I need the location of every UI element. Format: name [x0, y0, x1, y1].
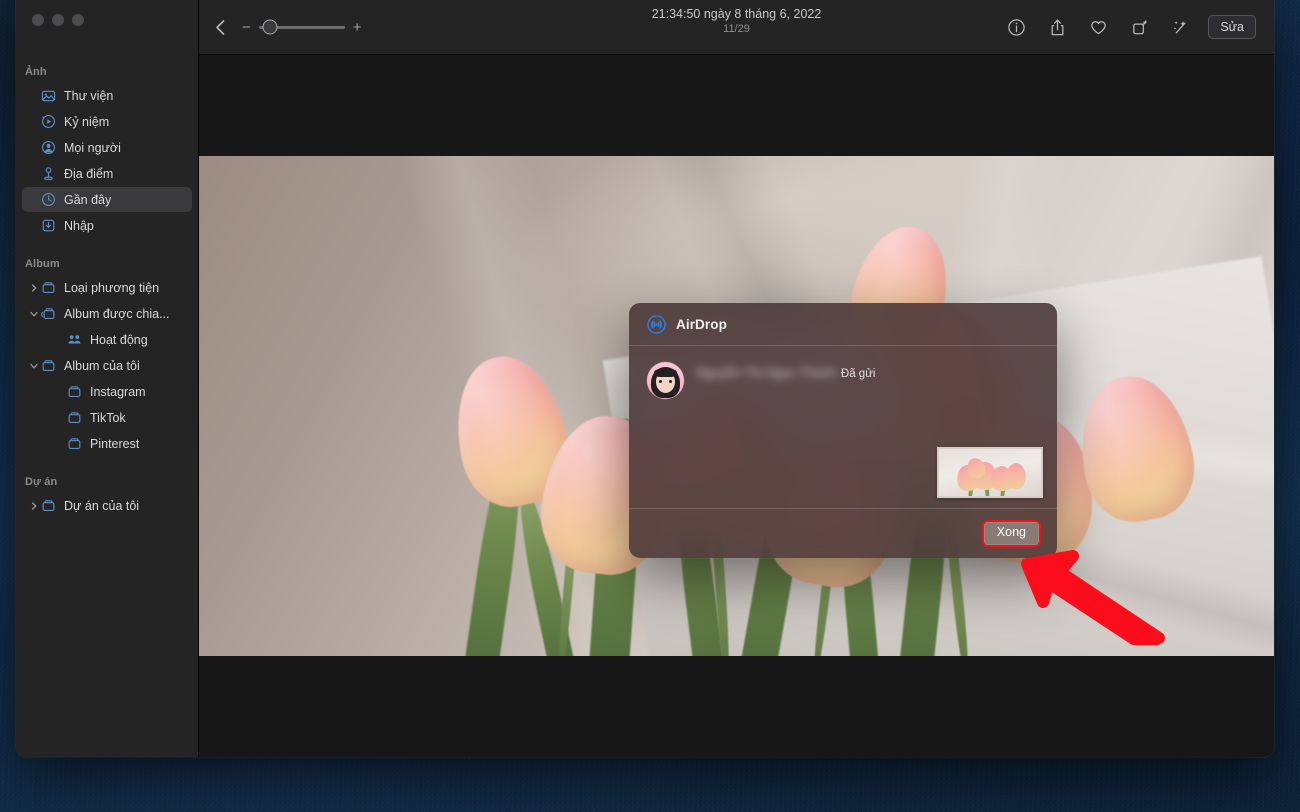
airdrop-recipient-row[interactable]: Nguyễn Thị Ngọc Thanh Đã gửi — [647, 362, 1039, 399]
library-icon — [40, 87, 57, 104]
shared-photo-thumbnail — [937, 447, 1043, 498]
sidebar-group: Album Loại phương tiện Album được chia... H… — [16, 258, 198, 456]
airdrop-header: AirDrop — [629, 303, 1057, 346]
memories-icon — [40, 113, 57, 130]
airdrop-icon — [647, 315, 666, 334]
maximize-button[interactable] — [72, 14, 84, 26]
avatar — [647, 362, 684, 399]
airdrop-title: AirDrop — [676, 317, 727, 332]
folder-icon — [66, 383, 83, 400]
zoom-in-label[interactable]: + — [353, 20, 362, 35]
recipient-name: Nguyễn Thị Ngọc Thanh — [696, 365, 837, 380]
red-arrow-icon — [1019, 550, 1169, 645]
photos-app-window: Ảnh Thư viện Kỷ niệm Mọi người Địa điểm Gần đ… — [16, 0, 1274, 757]
airdrop-body: Nguyễn Thị Ngọc Thanh Đã gửi — [629, 346, 1057, 508]
letterbox-top — [199, 55, 1274, 156]
sidebar-item-label: Nhập — [64, 218, 94, 233]
back-button[interactable] — [213, 18, 228, 37]
sidebar-item-label: Gần đây — [64, 192, 112, 207]
sidebar-item-label: Mọi người — [64, 140, 121, 155]
rotate-icon[interactable] — [1130, 18, 1149, 37]
sidebar-item-label: Dự án của tôi — [64, 498, 140, 513]
toolbar: − + 21:34:50 ngày 8 tháng 6, 2022 11/29 — [199, 0, 1274, 55]
minimize-button[interactable] — [52, 14, 64, 26]
folder-icon — [66, 435, 83, 452]
zoom-slider[interactable]: − + — [242, 19, 362, 35]
share-icon[interactable] — [1048, 18, 1067, 37]
folder-icon — [66, 409, 83, 426]
sidebar-item-label: Instagram — [90, 384, 146, 399]
airdrop-dialog: AirDrop Nguyễn Thị Ngọc Thanh Đã gửi Xon… — [629, 303, 1057, 558]
edit-button[interactable]: Sửa — [1208, 15, 1256, 39]
folder-icon — [40, 279, 57, 296]
sidebar-sections: Ảnh Thư viện Kỷ niệm Mọi người Địa điểm Gần đ… — [16, 66, 198, 518]
airdrop-footer: Xong — [629, 508, 1057, 558]
recents-icon — [40, 191, 57, 208]
auto-enhance-icon[interactable] — [1171, 18, 1190, 37]
sidebar-item-album-c-chia[interactable]: Album được chia... — [22, 301, 192, 326]
folder-icon — [40, 497, 57, 514]
chevron-right-icon[interactable] — [27, 283, 40, 292]
window-controls[interactable] — [16, 0, 198, 26]
sidebar-item-label: Loại phương tiện — [64, 280, 160, 295]
photo-canvas[interactable]: AirDrop Nguyễn Thị Ngọc Thanh Đã gửi Xon… — [199, 55, 1274, 757]
sidebar-section-header: Ảnh — [25, 66, 47, 78]
toolbar-right-group: Sửa — [1007, 15, 1274, 39]
sidebar-item-label: Album được chia... — [64, 306, 170, 321]
heart-icon[interactable] — [1089, 18, 1108, 37]
sidebar-item-label: Hoạt động — [90, 332, 148, 347]
sidebar-item-nh-p[interactable]: Nhập — [22, 213, 192, 238]
sidebar-item-label: TikTok — [90, 410, 126, 425]
zoom-slider-thumb[interactable] — [262, 19, 278, 35]
transfer-status: Đã gửi — [840, 368, 876, 380]
sidebar-item-a-i-m[interactable]: Địa điểm — [22, 161, 192, 186]
sidebar-item-label: Pinterest — [90, 436, 140, 451]
sidebar-item-label: Kỷ niệm — [64, 114, 110, 129]
sidebar-item-k-ni-m[interactable]: Kỷ niệm — [22, 109, 192, 134]
sidebar-item-pinterest[interactable]: Pinterest — [22, 431, 192, 456]
airdrop-recipient-text: Nguyễn Thị Ngọc Thanh Đã gửi — [696, 362, 875, 382]
sidebar-item-lo-i-ph-ng-ti-n[interactable]: Loại phương tiện — [22, 275, 192, 300]
sidebar-item-th-vi-n[interactable]: Thư viện — [22, 83, 192, 108]
sidebar-item-g-n-y[interactable]: Gần đây — [22, 187, 192, 212]
sidebar-item-tiktok[interactable]: TikTok — [22, 405, 192, 430]
shared-folder-icon — [40, 305, 57, 322]
zoom-out-label[interactable]: − — [242, 20, 251, 35]
places-icon — [40, 165, 57, 182]
sidebar-item-ho-t-ng[interactable]: Hoạt động — [22, 327, 192, 352]
sidebar-group: Ảnh Thư viện Kỷ niệm Mọi người Địa điểm Gần đ… — [16, 66, 198, 238]
close-button[interactable] — [32, 14, 44, 26]
zoom-slider-track[interactable] — [258, 19, 345, 35]
sidebar-section-header: Album — [25, 258, 60, 270]
activity-icon — [66, 331, 83, 348]
sidebar-item-instagram[interactable]: Instagram — [22, 379, 192, 404]
sidebar-item-m-i-ng-i[interactable]: Mọi người — [22, 135, 192, 160]
sidebar-section-header: Dự án — [25, 476, 58, 488]
sidebar-item-album-c-a-t-i[interactable]: Album của tôi — [22, 353, 192, 378]
sidebar-item-d-n-c-a-t-i[interactable]: Dự án của tôi — [22, 493, 192, 518]
chevron-down-icon[interactable] — [27, 362, 40, 370]
info-icon[interactable] — [1007, 18, 1026, 37]
chevron-down-icon[interactable] — [27, 310, 40, 318]
import-icon — [40, 217, 57, 234]
sidebar-item-label: Album của tôi — [64, 358, 140, 373]
chevron-right-icon[interactable] — [27, 501, 40, 510]
folder-icon — [40, 357, 57, 374]
toolbar-left-group: − + — [199, 18, 362, 37]
people-icon — [40, 139, 57, 156]
done-button[interactable]: Xong — [981, 520, 1041, 547]
sidebar-item-label: Thư viện — [64, 88, 114, 103]
sidebar: Ảnh Thư viện Kỷ niệm Mọi người Địa điểm Gần đ… — [16, 0, 199, 757]
sidebar-item-label: Địa điểm — [64, 166, 114, 181]
sidebar-group: Dự án Dự án của tôi — [16, 476, 198, 518]
main-content: − + 21:34:50 ngày 8 tháng 6, 2022 11/29 — [199, 0, 1274, 757]
letterbox-bottom — [199, 656, 1274, 757]
